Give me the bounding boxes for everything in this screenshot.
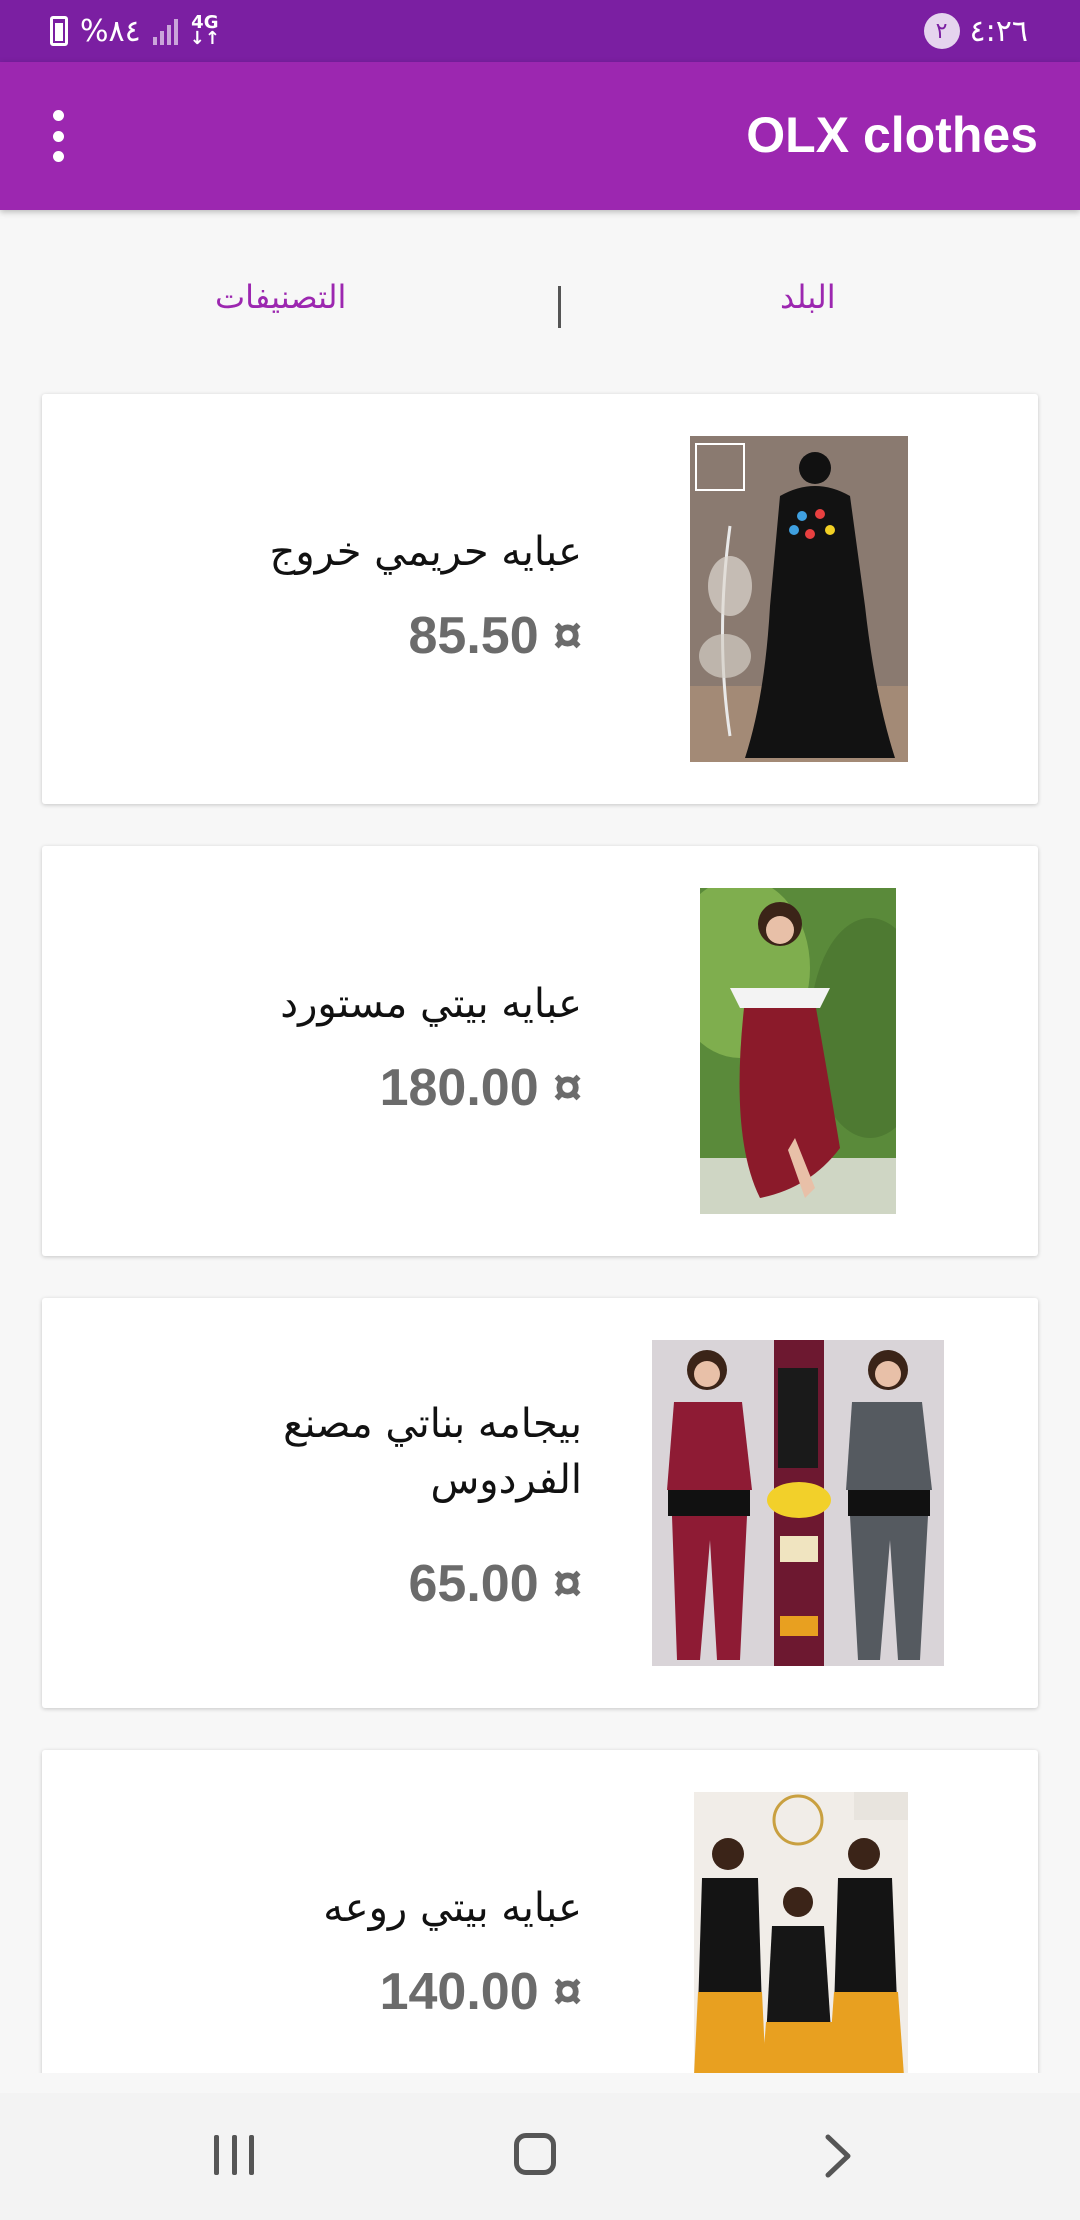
network-indicator: 4G ↓↑ — [189, 12, 220, 49]
screen: %٨٤ 4G ↓↑ ٢ ٤:٢٦ OLX clothes البلد التصن… — [0, 0, 1080, 2220]
product-title: بيجامه بناتي مصنع الفردوس — [283, 1401, 582, 1503]
overflow-menu-icon[interactable] — [36, 104, 80, 168]
product-image — [652, 1340, 944, 1666]
app-title: OLX clothes — [746, 107, 1038, 163]
app-bar: OLX clothes — [0, 62, 1080, 210]
filter-bar: البلد التصنيفات — [0, 210, 1080, 390]
back-button[interactable] — [822, 2133, 854, 2179]
product-price: 85.50 ¤ — [408, 607, 583, 665]
product-list[interactable]: عبايه حريمي خروج 85.50 ¤ عبايه بيتي مستو… — [0, 390, 1080, 2073]
notification-badge: ٢ — [923, 13, 960, 49]
product-price: 180.00 ¤ — [379, 1059, 582, 1117]
country-filter-button[interactable]: البلد — [780, 278, 836, 316]
product-price: 65.00 ¤ — [408, 1555, 583, 1613]
product-title: عبايه بيتي روعه — [323, 1885, 582, 1931]
status-indicators: %٨٤ 4G ↓↑ — [50, 12, 220, 50]
recents-button[interactable] — [214, 2135, 254, 2175]
categories-filter-button[interactable]: التصنيفات — [215, 278, 346, 316]
product-title: عبايه بيتي مستورد — [280, 981, 582, 1027]
product-price: 140.00 ¤ — [379, 1963, 582, 2021]
product-image — [690, 436, 908, 762]
product-card[interactable]: عبايه حريمي خروج 85.50 ¤ — [42, 394, 1038, 804]
battery-level: %٨٤ — [80, 13, 141, 49]
product-image — [700, 888, 896, 1214]
status-clock-cluster: ٢ ٤:٢٦ — [923, 12, 1028, 50]
product-card[interactable]: بيجامه بناتي مصنع الفردوس 65.00 ¤ — [42, 1298, 1038, 1708]
product-image — [694, 1792, 908, 2073]
product-card[interactable]: عبايه بيتي روعه 140.00 ¤ — [42, 1750, 1038, 2073]
product-title: عبايه حريمي خروج — [269, 529, 582, 575]
signal-icon — [152, 17, 178, 45]
filter-divider — [558, 286, 561, 328]
navigation-bar — [0, 2093, 1080, 2220]
status-time: ٤:٢٦ — [969, 13, 1028, 49]
battery-icon — [50, 16, 68, 46]
status-bar: %٨٤ 4G ↓↑ ٢ ٤:٢٦ — [0, 0, 1080, 62]
home-button[interactable] — [514, 2133, 556, 2175]
product-card[interactable]: عبايه بيتي مستورد 180.00 ¤ — [42, 846, 1038, 1256]
